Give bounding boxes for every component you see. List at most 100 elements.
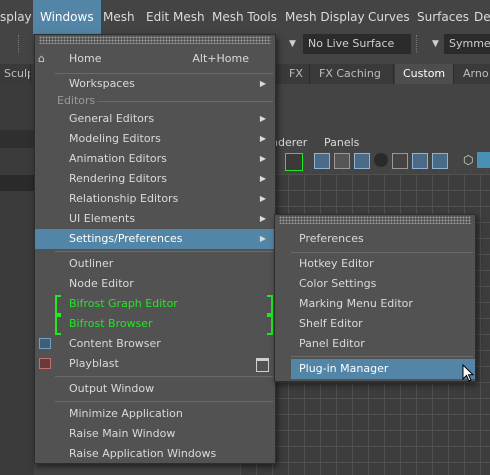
menu-separator [291, 356, 473, 357]
mouse-cursor-icon [462, 364, 475, 382]
menu-item-bifrost-graph-editor[interactable]: Bifrost Graph Editor [35, 294, 275, 314]
raise-application-windows-label: Raise Application Windows [69, 447, 217, 460]
submenu-arrow-icon: ▶ [259, 214, 266, 223]
dropdown-arrow-icon[interactable]: ▼ [289, 34, 296, 54]
menu-item-raise-main-window[interactable]: Raise Main Window [35, 424, 275, 444]
workspaces-label: Workspaces [69, 77, 135, 90]
menu-mesh-display[interactable]: Mesh Display [285, 0, 365, 34]
menu-item-ui-elements[interactable]: UI Elements ▶ [35, 209, 275, 229]
submenu-item-color-settings[interactable]: Color Settings [291, 274, 475, 294]
shelf-tab-sculpting[interactable]: Sculptin [0, 64, 31, 84]
menu-curves[interactable]: Curves [368, 0, 410, 34]
menu-item-workspaces[interactable]: Workspaces ▶ [35, 74, 275, 94]
output-window-label: Output Window [69, 382, 155, 395]
menu-edit-mesh[interactable]: Edit Mesh [146, 0, 205, 34]
menu-item-general-editors[interactable]: General Editors ▶ [35, 109, 275, 129]
viewport-menu-panels[interactable]: Panels [324, 136, 359, 149]
submenu-item-panel-editor[interactable]: Panel Editor [291, 334, 475, 354]
menu-surfaces[interactable]: Surfaces [417, 0, 469, 34]
bifrost-bracket-left-icon [55, 315, 61, 335]
menu-item-bifrost-browser[interactable]: Bifrost Browser [35, 314, 275, 334]
menu-item-modeling-editors[interactable]: Modeling Editors ▶ [35, 129, 275, 149]
left-panel-field[interactable] [0, 175, 34, 191]
menu-item-playblast[interactable]: Playblast [35, 354, 275, 374]
shelf-tab-custom[interactable]: Custom [395, 64, 454, 84]
menu-item-animation-editors[interactable]: Animation Editors ▶ [35, 149, 275, 169]
viewport-menu-renderer[interactable]: nderer [271, 136, 307, 149]
bifrost-graph-editor-label: Bifrost Graph Editor [69, 297, 178, 310]
preferences-label: Preferences [299, 232, 364, 245]
ui-elements-label: UI Elements [69, 212, 136, 225]
modeling-editors-label: Modeling Editors [69, 132, 161, 145]
submenu-item-plugin-manager[interactable]: Plug-in Manager [291, 359, 475, 379]
bifrost-browser-label: Bifrost Browser [69, 317, 153, 330]
submenu-arrow-icon: ▶ [259, 134, 266, 143]
menu-separator [55, 401, 273, 402]
windows-menu: ⌂ Home Alt+Home Workspaces ▶ Editors Gen… [34, 34, 276, 464]
texture-icon[interactable] [412, 153, 428, 169]
bifrost-bracket-right-icon [267, 295, 273, 315]
menu-windows[interactable]: Windows [33, 0, 101, 34]
menu-item-relationship-editors[interactable]: Relationship Editors ▶ [35, 189, 275, 209]
hotkey-editor-label: Hotkey Editor [299, 257, 374, 270]
menu-item-home[interactable]: Home Alt+Home [35, 49, 275, 69]
submenu-arrow-icon: ▶ [259, 154, 266, 163]
frame-icon[interactable] [392, 153, 408, 169]
menu-item-settings-preferences[interactable]: Settings/Preferences ▶ [35, 229, 275, 249]
panel-editor-label: Panel Editor [299, 337, 365, 350]
relationship-editors-label: Relationship Editors [69, 192, 179, 205]
cube-icon[interactable]: ⬡ [463, 153, 475, 167]
menu-item-output-window[interactable]: Output Window [35, 379, 275, 399]
raise-main-window-label: Raise Main Window [69, 427, 176, 440]
shelf-tab-fx-caching[interactable]: FX Caching [311, 64, 394, 84]
toolbar-separator [416, 35, 419, 53]
content-browser-label: Content Browser [69, 337, 161, 350]
light-icon[interactable] [432, 153, 448, 169]
home-shortcut: Alt+Home [192, 52, 249, 65]
section-editors: Editors [57, 94, 96, 107]
marking-menu-editor-label: Marking Menu Editor [299, 297, 413, 310]
live-surface-dropdown[interactable]: No Live Surface [303, 34, 411, 54]
viewport-tool-icons[interactable] [392, 153, 462, 169]
menu-item-rendering-editors[interactable]: Rendering Editors ▶ [35, 169, 275, 189]
pencil-icon[interactable] [285, 153, 303, 171]
option-box-icon[interactable] [256, 358, 269, 372]
menu-mesh-tools[interactable]: Mesh Tools [212, 0, 277, 34]
menu-item-raise-application-windows[interactable]: Raise Application Windows [35, 444, 275, 464]
menu-separator [55, 251, 273, 252]
display-mode-icons[interactable] [314, 153, 394, 169]
toolbar-separator [18, 35, 21, 53]
color-settings-label: Color Settings [299, 277, 377, 290]
home-label: Home [69, 52, 102, 65]
menu-deform[interactable]: Def [474, 0, 490, 34]
tear-off-handle[interactable] [279, 216, 471, 224]
camera-icon[interactable] [334, 153, 350, 169]
bifrost-bracket-left-icon [55, 295, 61, 315]
menu-item-minimize-application[interactable]: Minimize Application [35, 404, 275, 424]
menu-item-node-editor[interactable]: Node Editor [35, 274, 275, 294]
minimize-application-label: Minimize Application [69, 407, 183, 420]
dropdown-arrow-icon[interactable]: ▼ [432, 34, 439, 54]
cube-shaded-icon[interactable] [477, 152, 490, 168]
menu-separator [291, 252, 473, 253]
menu-display[interactable]: splay [0, 0, 32, 34]
shaded-icon[interactable] [374, 153, 388, 167]
tear-off-handle[interactable] [39, 36, 271, 44]
playblast-label: Playblast [69, 357, 119, 370]
shelf-tab-arnold[interactable]: Arno [455, 64, 490, 84]
wireframe-icon[interactable] [354, 153, 370, 169]
menu-item-outliner[interactable]: Outliner [35, 254, 275, 274]
submenu-arrow-icon: ▶ [259, 114, 266, 123]
grid-icon[interactable] [314, 153, 330, 169]
shelf-tab-fx[interactable]: FX [281, 64, 310, 84]
menu-item-content-browser[interactable]: Content Browser [35, 334, 275, 354]
submenu-item-preferences[interactable]: Preferences [291, 229, 475, 249]
plugin-manager-label: Plug-in Manager [299, 362, 389, 375]
submenu-item-shelf-editor[interactable]: Shelf Editor [291, 314, 475, 334]
rendering-editors-label: Rendering Editors [69, 172, 167, 185]
symmetry-dropdown[interactable]: Symmet [444, 34, 490, 54]
menu-mesh[interactable]: Mesh [103, 0, 135, 34]
submenu-item-marking-menu-editor[interactable]: Marking Menu Editor [291, 294, 475, 314]
submenu-item-hotkey-editor[interactable]: Hotkey Editor [291, 254, 475, 274]
submenu-arrow-icon: ▶ [259, 174, 266, 183]
